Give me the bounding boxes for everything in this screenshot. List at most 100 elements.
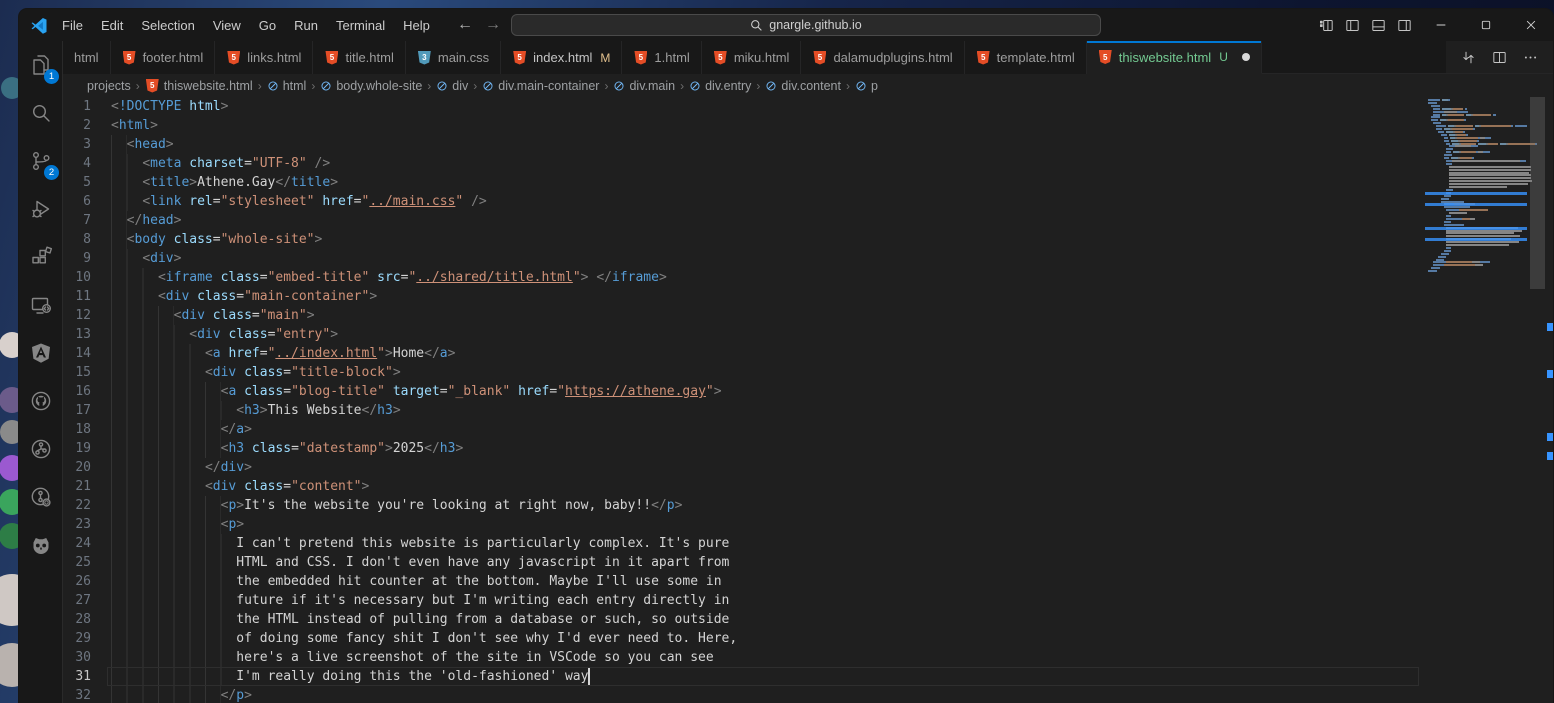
overview-ruler <box>1546 97 1553 703</box>
code-editor[interactable]: 1<!DOCTYPE html>2<html>3<head>4<meta cha… <box>63 97 1553 703</box>
screen: FileEditSelectionViewGoRunTerminalHelp ←… <box>0 0 1554 703</box>
code-line: 14<a href="../index.html">Home</a> <box>63 344 1423 363</box>
line-content: of doing some fancy shit I don't see why… <box>91 629 737 648</box>
breadcrumb-item[interactable]: div <box>436 79 468 93</box>
minimap-modified-highlight <box>1425 203 1527 206</box>
search-icon <box>750 19 763 32</box>
breadcrumb-item[interactable]: body.whole-site <box>320 79 422 93</box>
line-content: <a href="../index.html">Home</a> <box>91 344 455 363</box>
more-actions-icon[interactable] <box>1522 49 1539 66</box>
tab-index.html[interactable]: 5index.htmlM <box>501 41 622 74</box>
minimize-button[interactable] <box>1418 9 1463 41</box>
debug-icon[interactable] <box>19 185 63 233</box>
tab-thiswebsite.html[interactable]: 5thiswebsite.htmlU <box>1087 41 1262 74</box>
source-control-icon[interactable]: 2 <box>19 137 63 185</box>
tab-html[interactable]: html <box>63 41 111 74</box>
html-file-icon: 5 <box>976 50 991 66</box>
code-line: 4<meta charset="UTF-8" /> <box>63 154 1423 173</box>
minimap-line <box>1441 134 1468 136</box>
toggle-primary-sidebar-icon[interactable] <box>1344 17 1361 34</box>
customize-layout-icon[interactable] <box>1318 17 1335 34</box>
breadcrumb-item[interactable]: div.content <box>765 79 841 93</box>
history-navigation: ← → <box>456 9 502 41</box>
minimap-line <box>1449 177 1531 179</box>
breadcrumb-separator-icon: › <box>756 79 760 93</box>
breadcrumb-item[interactable]: html <box>267 79 307 93</box>
minimap-line <box>1433 108 1467 110</box>
line-number: 23 <box>63 515 91 534</box>
git-graph-icon[interactable] <box>19 425 63 473</box>
menu-item-terminal[interactable]: Terminal <box>327 18 394 33</box>
close-button[interactable] <box>1508 9 1553 41</box>
git-status-badge: M <box>600 51 610 65</box>
tab-links.html[interactable]: 5links.html <box>215 41 313 74</box>
code-line: 8<body class="whole-site"> <box>63 230 1423 249</box>
line-content: <iframe class="embed-title" src="../shar… <box>91 268 667 287</box>
line-content: <link rel="stylesheet" href="../main.css… <box>91 192 487 211</box>
breadcrumb-item[interactable]: div.main-container <box>482 79 599 93</box>
css-file-icon: 3 <box>417 50 432 66</box>
gitlens-icon[interactable] <box>19 473 63 521</box>
menu-item-file[interactable]: File <box>53 18 92 33</box>
tab-main.css[interactable]: 3main.css <box>406 41 501 74</box>
forward-arrow-icon[interactable]: → <box>484 16 502 34</box>
split-editor-icon[interactable] <box>1491 49 1508 66</box>
angular-icon[interactable] <box>19 329 63 377</box>
breadcrumb-item[interactable]: 5thiswebsite.html <box>145 78 253 94</box>
minimap-line <box>1428 102 1437 104</box>
activity-bar: 12 <box>19 41 63 703</box>
minimap-line <box>1446 218 1475 220</box>
command-center-search[interactable]: gnargle.github.io <box>511 14 1101 36</box>
godot-icon[interactable] <box>19 521 63 569</box>
search-value: gnargle.github.io <box>769 18 861 32</box>
menu-item-go[interactable]: Go <box>250 18 285 33</box>
minimap-line <box>1446 235 1520 237</box>
tab-label: thiswebsite.html <box>1119 50 1211 65</box>
tab-1.html[interactable]: 51.html <box>622 41 701 74</box>
tab-template.html[interactable]: 5template.html <box>965 41 1087 74</box>
maximize-button[interactable] <box>1463 9 1508 41</box>
tab-title.html[interactable]: 5title.html <box>313 41 405 74</box>
minimap-modified-highlight <box>1425 192 1527 195</box>
code-line: 5<title>Athene.Gay</title> <box>63 173 1423 192</box>
tab-miku.html[interactable]: 5miku.html <box>702 41 802 74</box>
breadcrumb-item[interactable]: p <box>855 79 878 93</box>
breadcrumb-item[interactable]: projects <box>87 79 131 93</box>
tab-footer.html[interactable]: 5footer.html <box>111 41 216 74</box>
toggle-secondary-sidebar-icon[interactable] <box>1396 17 1413 34</box>
line-content: <div class="main"> <box>91 306 315 325</box>
line-number: 17 <box>63 401 91 420</box>
tab-dalamudplugins.html[interactable]: 5dalamudplugins.html <box>801 41 964 74</box>
minimap[interactable] <box>1425 99 1527 499</box>
minimap-line <box>1431 267 1440 269</box>
files-icon[interactable]: 1 <box>19 41 63 89</box>
minimap-line <box>1449 169 1531 171</box>
vertical-scrollbar[interactable] <box>1530 97 1545 703</box>
menu-item-run[interactable]: Run <box>285 18 327 33</box>
remote-icon[interactable] <box>19 281 63 329</box>
line-content: <h3 class="datestamp">2025</h3> <box>91 439 463 458</box>
code-line: 29of doing some fancy shit I don't see w… <box>63 629 1423 648</box>
unsaved-dot-icon[interactable] <box>1242 53 1250 61</box>
minimap-line <box>1441 253 1449 255</box>
toggle-panel-icon[interactable] <box>1370 17 1387 34</box>
scrollbar-slider[interactable] <box>1530 97 1545 289</box>
back-arrow-icon[interactable]: ← <box>456 16 474 34</box>
open-changes-icon[interactable] <box>1460 49 1477 66</box>
breadcrumb-item[interactable]: div.main <box>613 79 675 93</box>
minimap-line <box>1431 105 1440 107</box>
search-icon[interactable] <box>19 89 63 137</box>
extensions-icon[interactable] <box>19 233 63 281</box>
minimap-line <box>1449 166 1531 168</box>
minimap-line <box>1449 186 1508 188</box>
menu-item-view[interactable]: View <box>204 18 250 33</box>
menu-item-help[interactable]: Help <box>394 18 439 33</box>
menu-item-selection[interactable]: Selection <box>132 18 203 33</box>
breadcrumb-item[interactable]: div.entry <box>689 79 751 93</box>
github-icon[interactable] <box>19 377 63 425</box>
tab-label: footer.html <box>143 50 204 65</box>
menu-item-edit[interactable]: Edit <box>92 18 132 33</box>
minimap-line <box>1444 154 1452 156</box>
line-number: 21 <box>63 477 91 496</box>
breadcrumb-separator-icon: › <box>136 79 140 93</box>
